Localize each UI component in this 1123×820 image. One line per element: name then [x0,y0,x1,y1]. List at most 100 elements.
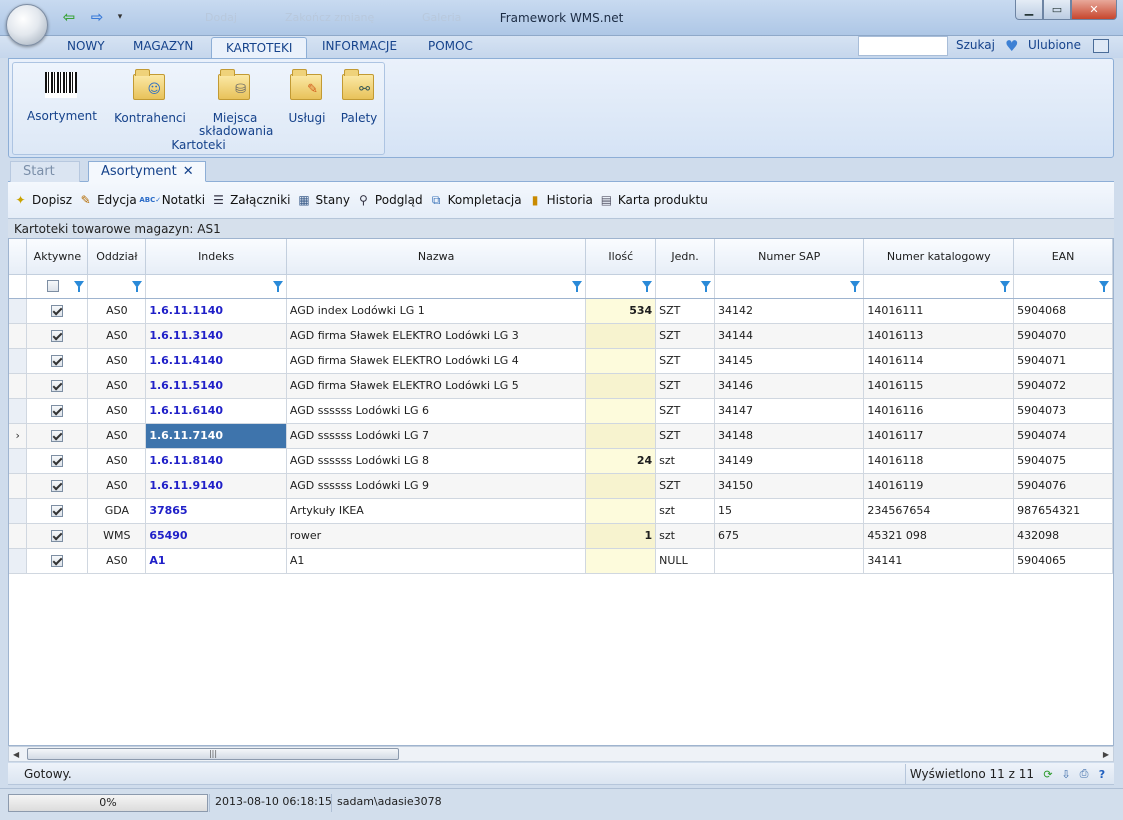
cell-qty[interactable] [585,398,657,424]
tab-pomoc[interactable]: POMOC [428,39,473,53]
cell-qty[interactable] [585,548,657,574]
cell-qty[interactable] [585,323,657,349]
cell-name[interactable]: AGD ssssss Lodówki LG 8 [286,448,587,474]
active-checkbox[interactable] [51,380,64,392]
row-header[interactable] [9,398,28,424]
row-header[interactable] [9,448,28,474]
cell-branch[interactable]: WMS [87,523,147,549]
row-header[interactable] [9,323,28,349]
cell-active[interactable] [26,448,89,474]
cell-branch[interactable]: AS0 [87,423,147,449]
search-input[interactable] [858,36,948,56]
cell-ean[interactable]: 5904075 [1013,448,1113,474]
row-header[interactable] [9,498,28,524]
cell-name[interactable]: A1 [286,548,587,574]
table-row[interactable]: GDA 37865 Artykuły IKEA szt 15 234567654 98765… [9,498,1113,524]
cell-catalog[interactable]: 34141 [863,548,1015,574]
cell-index[interactable]: 1.6.11.7140 [145,423,287,449]
cell-sap[interactable]: 34142 [714,298,865,324]
export-icon[interactable]: ⇩ [1058,767,1074,781]
notatki-button[interactable]: ABC✓ Notatki [139,192,205,208]
cell-branch[interactable]: AS0 [87,348,147,374]
filter-oddzial[interactable] [87,274,147,299]
row-header[interactable] [9,523,28,549]
column-header-numer-sap[interactable]: Numer SAP [714,239,865,275]
filter-funnel-icon[interactable] [850,280,861,292]
cell-name[interactable]: AGD index Lodówki LG 1 [286,298,587,324]
stany-button[interactable]: ▦ Stany [296,192,350,208]
cell-ean[interactable]: 5904072 [1013,373,1113,399]
cell-branch[interactable]: AS0 [87,323,147,349]
palety-button[interactable]: ⚯ Palety [337,69,381,125]
cell-catalog[interactable]: 14016116 [863,398,1015,424]
tab-nowy[interactable]: NOWY [67,39,105,53]
minimize-button[interactable]: ▁ [1015,0,1043,20]
cell-active[interactable] [26,548,89,574]
cell-name[interactable]: AGD firma Sławek ELEKTRO Lodówki LG 4 [286,348,587,374]
cell-active[interactable] [26,298,89,324]
row-header[interactable] [9,298,28,324]
table-row[interactable]: AS0 1.6.11.1140 AGD index Lodówki LG 1 534 S… [9,298,1113,324]
kompletacja-button[interactable]: ⧉ Kompletacja [428,192,522,208]
cell-active[interactable] [26,523,89,549]
cell-unit[interactable]: szt [655,448,715,474]
column-header-aktywne[interactable]: Aktywne [26,239,89,275]
cell-name[interactable]: AGD ssssss Lodówki LG 9 [286,473,587,499]
row-header[interactable] [9,473,28,499]
filter-numer-katalogowy[interactable] [863,274,1015,299]
edycja-button[interactable]: ✎ Edycja [77,192,137,208]
table-row[interactable]: › AS0 1.6.11.7140 AGD ssssss Lodówki LG 7 SZ… [9,423,1113,449]
print-icon[interactable]: ⎙ [1076,767,1092,781]
close-tab-icon[interactable]: ✕ [183,164,194,179]
cell-name[interactable]: rower [286,523,587,549]
filter-checkbox[interactable] [47,279,60,292]
tab-magazyn[interactable]: MAGAZYN [133,39,193,53]
cell-catalog[interactable]: 14016114 [863,348,1015,374]
table-row[interactable]: AS0 1.6.11.9140 AGD ssssss Lodówki LG 9 SZT… [9,473,1113,499]
asortyment-button[interactable]: Asortyment [23,69,101,123]
search-button[interactable]: Szukaj [956,38,995,52]
cell-index[interactable]: A1 [145,548,287,574]
table-row[interactable]: AS0 1.6.11.8140 AGD ssssss Lodówki LG 8 24 s… [9,448,1113,474]
cell-active[interactable] [26,373,89,399]
column-header-jedn[interactable]: Jedn. [655,239,715,275]
filter-funnel-icon[interactable] [74,280,85,292]
cell-qty[interactable]: 1 [585,523,657,549]
cell-branch[interactable]: AS0 [87,448,147,474]
cell-unit[interactable]: SZT [655,298,715,324]
cell-branch[interactable]: AS0 [87,548,147,574]
cell-ean[interactable]: 5904074 [1013,423,1113,449]
horizontal-scrollbar[interactable]: ◀ ||| ▶ [8,746,1114,762]
cell-index[interactable]: 1.6.11.8140 [145,448,287,474]
active-checkbox[interactable] [51,505,64,517]
cell-sap[interactable]: 34146 [714,373,865,399]
table-row[interactable]: AS0 1.6.11.6140 AGD ssssss Lodówki LG 6 SZT… [9,398,1113,424]
cell-sap[interactable]: 15 [714,498,865,524]
filter-ean[interactable] [1013,274,1113,299]
cell-sap[interactable] [714,548,865,574]
cell-unit[interactable]: SZT [655,473,715,499]
uslugi-button[interactable]: ✎ Usługi [285,69,329,125]
active-checkbox[interactable] [51,330,64,342]
cell-index[interactable]: 1.6.11.3140 [145,323,287,349]
cell-ean[interactable]: 5904073 [1013,398,1113,424]
active-checkbox[interactable] [51,355,64,367]
filter-funnel-icon[interactable] [132,280,143,292]
cell-name[interactable]: Artykuły IKEA [286,498,587,524]
cell-qty[interactable] [585,498,657,524]
table-row[interactable]: AS0 1.6.11.5140 AGD firma Sławek ELEKTRO L… [9,373,1113,399]
cell-unit[interactable]: SZT [655,323,715,349]
cell-sap[interactable]: 34150 [714,473,865,499]
filter-funnel-icon[interactable] [700,280,711,292]
table-row[interactable]: AS0 1.6.11.3140 AGD firma Sławek ELEKTRO L… [9,323,1113,349]
cell-ean[interactable]: 5904071 [1013,348,1113,374]
cell-ean[interactable]: 987654321 [1013,498,1113,524]
cell-index[interactable]: 1.6.11.9140 [145,473,287,499]
cell-ean[interactable]: 5904070 [1013,323,1113,349]
cell-name[interactable]: AGD firma Sławek ELEKTRO Lodówki LG 5 [286,373,587,399]
cell-qty[interactable] [585,473,657,499]
cell-active[interactable] [26,498,89,524]
active-checkbox[interactable] [51,480,64,492]
scroll-left-icon[interactable]: ◀ [13,750,19,759]
cell-sap[interactable]: 34147 [714,398,865,424]
